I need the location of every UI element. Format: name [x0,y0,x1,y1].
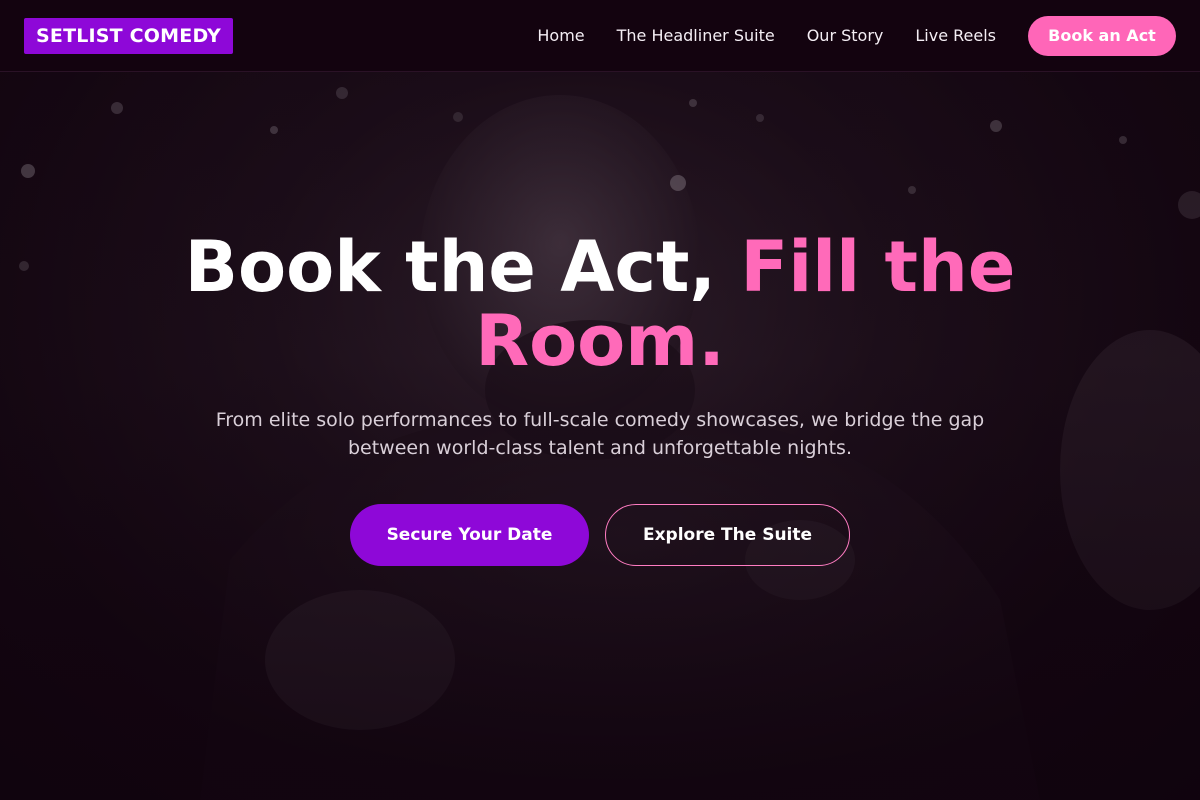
hero-headline: Book the Act, Fill the Room. [180,230,1020,378]
hero-cta-row: Secure Your Date Explore The Suite [0,504,1200,566]
top-navbar: SETLIST COMEDY Home The Headliner Suite … [0,0,1200,72]
nav-link-our-story[interactable]: Our Story [807,26,884,45]
nav-link-home[interactable]: Home [537,26,584,45]
nav-link-headliner-suite[interactable]: The Headliner Suite [617,26,775,45]
main-nav: Home The Headliner Suite Our Story Live … [537,15,1176,56]
page: SETLIST COMEDY Home The Headliner Suite … [0,0,1200,800]
explore-the-suite-button[interactable]: Explore The Suite [605,504,850,566]
nav-link-live-reels[interactable]: Live Reels [915,26,996,45]
hero-section: Book the Act, Fill the Room. From elite … [0,230,1200,566]
secure-your-date-button[interactable]: Secure Your Date [350,504,589,566]
book-an-act-button[interactable]: Book an Act [1028,15,1176,56]
brand-logo[interactable]: SETLIST COMEDY [24,17,233,54]
hero-subtitle: From elite solo performances to full-sca… [215,409,985,459]
headline-white-part: Book the Act, [184,226,741,308]
